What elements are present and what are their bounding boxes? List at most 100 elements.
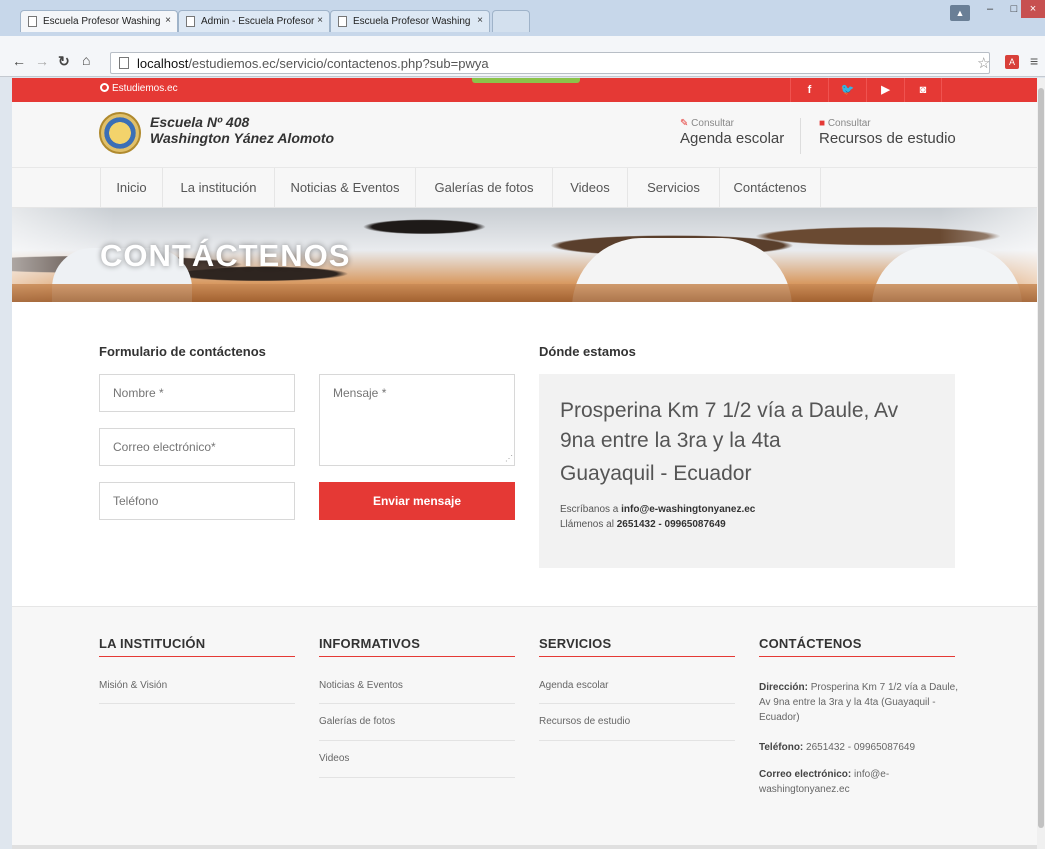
footer-address-label: Dirección: xyxy=(759,682,808,693)
page-info-icon xyxy=(119,57,129,69)
school-logo[interactable] xyxy=(99,112,141,154)
nav-galerias-de-fotos[interactable]: Galerías de fotos xyxy=(415,168,552,208)
nav-inicio[interactable]: Inicio xyxy=(100,168,162,208)
page-title: CONTÁCTENOS xyxy=(100,238,351,273)
nav-contactenos[interactable]: Contáctenos xyxy=(719,168,820,208)
home-icon[interactable]: ⌂ xyxy=(82,52,90,68)
slide-down-tab[interactable] xyxy=(472,78,580,83)
agenda-link[interactable]: ✎ Consultar Agenda escolar xyxy=(680,118,784,147)
facebook-icon[interactable]: f xyxy=(790,78,828,102)
browser-menu-icon[interactable]: ≡ xyxy=(1030,53,1038,69)
tab-title: Escuela Profesor Washing xyxy=(353,16,471,27)
browser-tab-2[interactable]: Admin - Escuela Profesor × xyxy=(178,10,330,32)
forward-arrow-icon[interactable]: → xyxy=(35,53,49,69)
close-window-button[interactable]: × xyxy=(1021,0,1045,18)
footer-link-divider xyxy=(319,777,515,778)
page-icon xyxy=(186,16,195,27)
site-header: Escuela Nº 408 Washington Yánez Alomoto … xyxy=(12,102,1043,168)
resources-link[interactable]: ■ Consultar Recursos de estudio xyxy=(819,118,956,147)
footer-link-agenda-escolar[interactable]: Agenda escolar xyxy=(539,680,609,691)
scrollbar-thumb[interactable] xyxy=(1038,88,1044,828)
page-icon xyxy=(28,16,37,27)
footer-link-divider xyxy=(539,740,735,741)
footer-title-underline xyxy=(759,656,955,657)
close-tab-icon[interactable]: × xyxy=(477,15,483,26)
book-icon: ■ xyxy=(819,118,826,129)
nav-noticias-eventos[interactable]: Noticias & Eventos xyxy=(274,168,415,208)
brand-link[interactable]: Estudiemos.ec xyxy=(100,83,178,94)
agenda-label: Agenda escolar xyxy=(680,130,785,147)
bookmark-star-icon[interactable]: ☆ xyxy=(977,54,990,72)
minimize-button[interactable]: – xyxy=(978,0,1002,18)
circle-arrow-icon xyxy=(100,83,109,92)
instagram-icon[interactable]: ◙ xyxy=(904,78,942,102)
footer-col-informativos-title: INFORMATIVOS xyxy=(319,636,421,651)
phone-input[interactable] xyxy=(99,482,295,520)
top-bar: Estudiemos.ec f 🐦 ▶ ◙ xyxy=(12,78,1043,102)
footer-phone: Teléfono: 2651432 - 09965087649 xyxy=(759,740,959,755)
footer-link-mision-vision[interactable]: Misión & Visión xyxy=(99,680,167,691)
resources-label: Recursos de estudio xyxy=(819,130,956,147)
main-nav: Inicio La institución Noticias & Eventos… xyxy=(12,168,1043,208)
new-tab-button[interactable] xyxy=(492,10,530,32)
footer-title-underline xyxy=(319,656,515,657)
footer-email-label: Correo electrónico: xyxy=(759,769,852,780)
brand-label: Estudiemos.ec xyxy=(112,83,178,94)
close-tab-icon[interactable]: × xyxy=(317,15,323,26)
extension-icon[interactable]: A xyxy=(1005,55,1019,69)
resources-small-label: Consultar xyxy=(827,118,871,129)
footer-link-videos[interactable]: Videos xyxy=(319,753,349,764)
hero-photo-shape xyxy=(12,284,1043,302)
user-profile-icon[interactable]: ▲ xyxy=(950,5,970,21)
header-divider xyxy=(800,118,801,154)
address-line-1: Prosperina Km 7 1/2 vía a Daule, Av xyxy=(560,399,899,422)
message-textarea[interactable] xyxy=(319,374,515,466)
email-input[interactable] xyxy=(99,428,295,466)
agenda-small-label: Consultar xyxy=(691,118,734,129)
footer-col-institucion-title: LA INSTITUCIÓN xyxy=(99,636,206,651)
footer-link-galerias-fotos[interactable]: Galerías de fotos xyxy=(319,716,395,727)
browser-tab-1[interactable]: Escuela Profesor Washing × xyxy=(20,10,178,32)
nav-videos[interactable]: Videos xyxy=(552,168,627,208)
call-prefix: Llámenos al xyxy=(560,519,614,530)
location-heading: Dónde estamos xyxy=(539,344,636,359)
write-to-us: Escríbanos a info@e-washingtonyanez.ec xyxy=(560,504,755,515)
reload-icon[interactable]: ↻ xyxy=(58,53,70,70)
twitter-icon[interactable]: 🐦 xyxy=(828,78,866,102)
nav-la-institucion[interactable]: La institución xyxy=(162,168,274,208)
send-message-button[interactable]: Enviar mensaje xyxy=(319,482,515,520)
page-viewport: Estudiemos.ec f 🐦 ▶ ◙ Escuela Nº 408 Was… xyxy=(12,78,1043,849)
footer-title-underline xyxy=(99,656,295,657)
footer-link-noticias-eventos[interactable]: Noticias & Eventos xyxy=(319,680,403,691)
footer-link-divider xyxy=(319,740,515,741)
footer-phone-label: Teléfono: xyxy=(759,742,804,753)
nav-servicios[interactable]: Servicios xyxy=(627,168,719,208)
address-bar[interactable]: localhost/estudiemos.ec/servicio/contact… xyxy=(110,52,990,74)
address-url: localhost/estudiemos.ec/servicio/contact… xyxy=(137,56,489,71)
footer-col-contactenos-title: CONTÁCTENOS xyxy=(759,636,862,651)
footer-link-divider xyxy=(319,703,515,704)
browser-titlebar: Escuela Profesor Washing × Admin - Escue… xyxy=(0,0,1045,36)
call-us: Llámenos al 2651432 - 09965087649 xyxy=(560,519,726,530)
footer-title-underline xyxy=(539,656,735,657)
footer-col-servicios-title: SERVICIOS xyxy=(539,636,612,651)
page-scrollbar[interactable] xyxy=(1037,78,1045,849)
youtube-icon[interactable]: ▶ xyxy=(866,78,904,102)
resize-grip-icon[interactable]: ⋰ xyxy=(505,454,513,463)
browser-tab-3[interactable]: Escuela Profesor Washing × xyxy=(330,10,490,32)
hero-banner: CONTÁCTENOS xyxy=(12,208,1043,302)
footer-address: Dirección: Prosperina Km 7 1/2 vía a Dau… xyxy=(759,680,959,725)
write-prefix: Escríbanos a xyxy=(560,504,619,515)
nav-end-divider xyxy=(820,168,821,208)
url-host: localhost xyxy=(137,56,189,71)
footer-link-divider xyxy=(539,703,735,704)
back-arrow-icon[interactable]: ← xyxy=(12,53,26,69)
school-name-line1: Escuela Nº 408 xyxy=(150,114,250,130)
close-tab-icon[interactable]: × xyxy=(165,15,171,26)
contact-email[interactable]: info@e-washingtonyanez.ec xyxy=(621,504,755,515)
school-name-line2: Washington Yánez Alomoto xyxy=(150,130,335,146)
tab-title: Escuela Profesor Washing xyxy=(43,16,161,27)
name-input[interactable] xyxy=(99,374,295,412)
footer-bottom-strip xyxy=(12,845,1043,849)
footer-link-recursos-estudio[interactable]: Recursos de estudio xyxy=(539,716,630,727)
